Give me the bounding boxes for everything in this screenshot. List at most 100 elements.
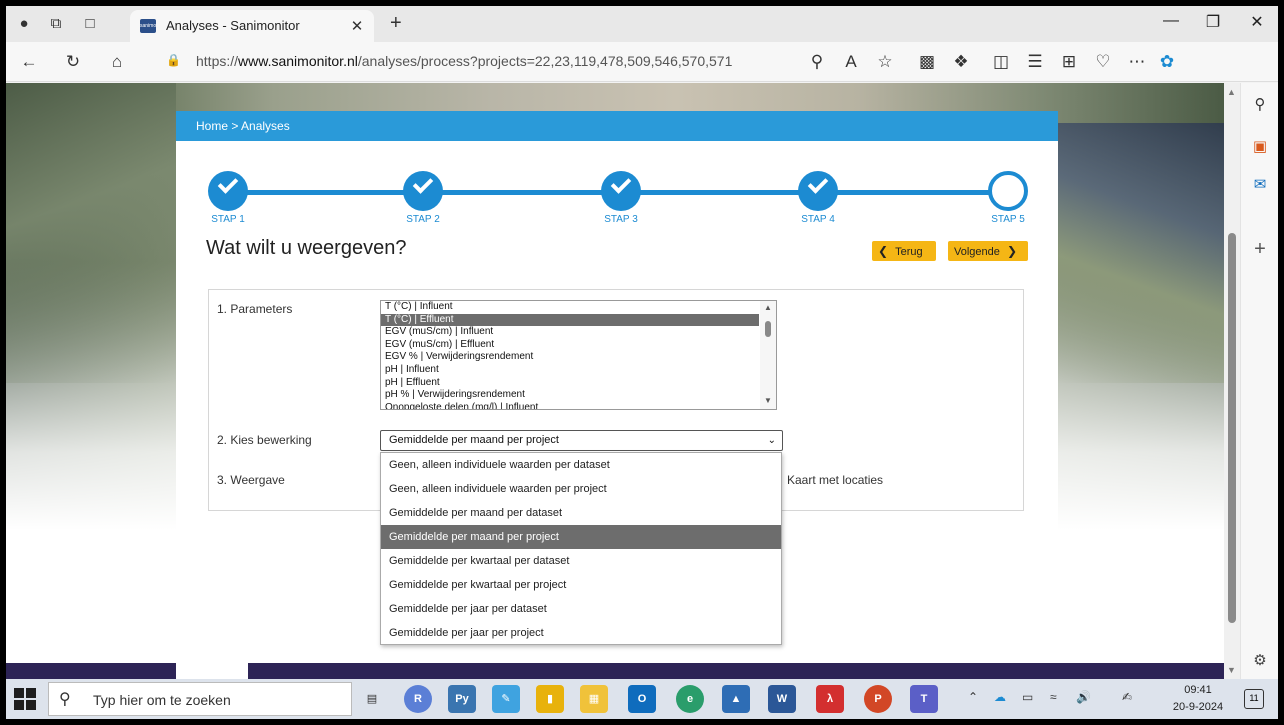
bewerking-select[interactable]: Gemiddelde per maand per project ⌄ — [380, 430, 783, 451]
next-button-label: Volgende — [954, 246, 1000, 258]
step-4-circle[interactable] — [798, 171, 838, 211]
close-tab-icon[interactable]: ✕ — [348, 17, 366, 35]
favorites-list-icon[interactable]: ☰ — [1024, 51, 1046, 73]
scrollbar-thumb[interactable] — [1228, 233, 1236, 623]
collections-icon[interactable]: ⊞ — [1058, 51, 1080, 73]
extensions-puzzle-icon[interactable]: ❖ — [950, 51, 972, 73]
split-screen-icon[interactable]: ◫ — [990, 51, 1012, 73]
r-app-icon[interactable]: R — [404, 685, 432, 713]
address-bar[interactable]: https://www.sanimonitor.nl/analyses/proc… — [196, 53, 732, 69]
footer-white-block — [176, 663, 248, 679]
read-aloud-icon[interactable]: A — [840, 51, 862, 73]
parameters-listbox[interactable]: T (°C) | Influent T (°C) | Effluent EGV (m… — [380, 300, 777, 410]
pen-icon[interactable]: ✍ — [1122, 690, 1132, 704]
search-icon[interactable]: ⚲ — [1250, 95, 1270, 115]
extension-icon[interactable]: ▩ — [916, 51, 938, 73]
background-photo-left — [6, 83, 176, 383]
page-scrollbar[interactable]: ▲ ▼ — [1224, 83, 1240, 679]
bewerking-dropdown-list[interactable]: Geen, alleen individuele waarden per dat… — [380, 452, 782, 645]
breadcrumb[interactable]: Home > Analyses — [196, 119, 290, 133]
bewerking-option[interactable]: Gemiddelde per kwartaal per project — [381, 573, 781, 597]
bewerking-option[interactable]: Gemiddelde per kwartaal per dataset — [381, 549, 781, 573]
tools-icon[interactable]: ▣ — [1250, 137, 1270, 157]
volume-icon[interactable]: 🔊 — [1076, 690, 1091, 704]
browser-essentials-icon[interactable]: ♡ — [1092, 51, 1114, 73]
background-photo-right — [1056, 123, 1224, 383]
outlook-icon[interactable]: ✉ — [1250, 175, 1270, 195]
scroll-up-icon[interactable]: ▲ — [764, 303, 772, 312]
step-1-circle[interactable] — [208, 171, 248, 211]
bewerking-option[interactable]: Gemiddelde per jaar per dataset — [381, 597, 781, 621]
copilot-icon[interactable]: ✿ — [1156, 51, 1178, 73]
workspaces-icon[interactable]: ⧉ — [46, 14, 66, 34]
scroll-down-icon[interactable]: ▼ — [764, 396, 772, 405]
app-icon[interactable]: ▲ — [722, 685, 750, 713]
teams-icon[interactable]: T — [910, 685, 938, 713]
scrollbar-thumb[interactable] — [765, 321, 771, 337]
check-icon — [610, 173, 632, 194]
bewerking-option[interactable]: Gemiddelde per maand per dataset — [381, 501, 781, 525]
notification-center-icon[interactable]: 11 — [1244, 689, 1264, 709]
more-options-icon[interactable]: ⋯ — [1126, 51, 1148, 73]
restore-icon[interactable]: ❐ — [1198, 12, 1228, 32]
refresh-icon[interactable]: ↻ — [62, 51, 84, 73]
back-icon[interactable]: ← — [18, 51, 40, 73]
parameter-option[interactable]: pH | Effluent — [381, 377, 776, 390]
favorite-star-icon[interactable]: ☆ — [874, 51, 896, 73]
taskbar-search[interactable]: ⚲ Typ hier om te zoeken — [48, 682, 352, 716]
browser-tab[interactable]: sanimon Analyses - Sanimonitor ✕ — [130, 10, 374, 42]
check-icon — [807, 173, 829, 194]
parameter-option[interactable]: T (°C) | Influent — [381, 301, 776, 314]
next-button[interactable]: Volgende ❯ — [948, 241, 1028, 261]
python-icon[interactable]: Py — [448, 685, 476, 713]
chevron-down-icon: ⌄ — [767, 435, 776, 446]
listbox-scrollbar[interactable]: ▲ ▼ — [760, 301, 776, 409]
parameter-option[interactable]: EGV (muS/cm) | Influent — [381, 326, 776, 339]
start-button[interactable] — [14, 688, 36, 710]
document-app-icon[interactable]: ✎ — [492, 685, 520, 713]
word-icon[interactable]: W — [768, 685, 796, 713]
add-sidebar-icon[interactable]: + — [1250, 239, 1270, 259]
bewerking-option[interactable]: Geen, alleen individuele waarden per dat… — [381, 453, 781, 477]
profile-icon[interactable]: ● — [14, 14, 34, 34]
step-3-circle[interactable] — [601, 171, 641, 211]
powerpoint-icon[interactable]: P — [864, 685, 892, 713]
onedrive-icon[interactable]: ☁ — [994, 690, 1006, 704]
outlook-icon[interactable]: O — [628, 685, 656, 713]
parameter-option[interactable]: T (°C) | Effluent — [381, 313, 759, 327]
parameter-option[interactable]: EGV % | Verwijderingsrendement — [381, 351, 776, 364]
edge-browser-icon[interactable]: e — [676, 685, 704, 713]
close-window-icon[interactable]: ✕ — [1242, 12, 1272, 32]
windows-taskbar: ⚲ Typ hier om te zoeken ▤ R Py ✎ ▮ ▦ O e… — [6, 679, 1278, 719]
bewerking-option[interactable]: Gemiddelde per maand per project — [381, 525, 781, 549]
tray-chevron-up-icon[interactable]: ⌃ — [968, 690, 978, 704]
wifi-icon[interactable]: ≈ — [1050, 690, 1057, 704]
home-icon[interactable]: ⌂ — [106, 51, 128, 73]
stepper: STAP 1 STAP 2 STAP 3 STAP 4 STAP 5 — [176, 163, 1058, 233]
weergave-label: 3. Weergave — [217, 473, 285, 487]
settings-gear-icon[interactable]: ⚙ — [1250, 651, 1270, 671]
parameter-option[interactable]: pH % | Verwijderingsrendement — [381, 389, 776, 402]
taskbar-clock[interactable]: 09:41 20-9-2024 — [1170, 682, 1226, 716]
map-option-label[interactable]: Kaart met locaties — [787, 473, 883, 487]
parameter-option[interactable]: EGV (muS/cm) | Effluent — [381, 339, 776, 352]
tab-actions-icon[interactable]: □ — [80, 14, 100, 34]
new-tab-icon[interactable]: + — [390, 12, 402, 35]
parameter-option[interactable]: pH | Influent — [381, 364, 776, 377]
file-explorer-icon[interactable]: ▦ — [580, 685, 608, 713]
task-view-icon[interactable]: ▤ — [358, 685, 386, 713]
lock-icon[interactable]: 🔒 — [166, 53, 181, 67]
scroll-up-icon[interactable]: ▲ — [1227, 87, 1236, 97]
zoom-icon[interactable]: ⚲ — [806, 51, 828, 73]
back-button[interactable]: ❮ Terug — [872, 241, 936, 261]
battery-icon[interactable]: ▭ — [1022, 690, 1033, 704]
bewerking-option[interactable]: Gemiddelde per jaar per project — [381, 621, 781, 645]
step-5-circle[interactable] — [988, 171, 1028, 211]
power-bi-icon[interactable]: ▮ — [536, 685, 564, 713]
acrobat-icon[interactable]: λ — [816, 685, 844, 713]
bewerking-option[interactable]: Geen, alleen individuele waarden per pro… — [381, 477, 781, 501]
step-2-circle[interactable] — [403, 171, 443, 211]
parameter-option[interactable]: Onopgeloste delen (mg/l) | Influent — [381, 402, 776, 409]
scroll-down-icon[interactable]: ▼ — [1227, 665, 1236, 675]
minimize-icon[interactable]: — — [1156, 12, 1186, 30]
